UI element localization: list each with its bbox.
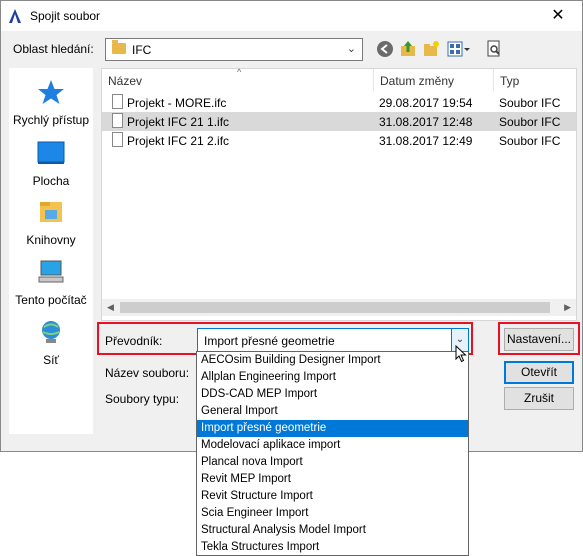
title-bar: Spojit soubor ✕ [1,1,582,31]
places-bar: Rychlý přístup Plocha Knihovny Tento poč… [9,68,93,434]
place-label: Plocha [32,174,70,188]
desktop-icon [37,141,65,164]
column-header-name[interactable]: Název ^ [102,67,374,91]
list-item[interactable]: Plancal nova Import [197,454,468,471]
file-list[interactable]: Název ^ Datum změny Typ Projekt - MORE.i… [101,67,577,321]
place-desktop[interactable]: Plocha [9,139,93,188]
look-in-value: IFC [132,43,152,57]
back-icon[interactable] [376,40,394,58]
look-in-label: Oblast hledání: [13,42,94,56]
place-label: Rychlý přístup [12,113,90,127]
look-in-combo[interactable]: IFC ⌄ [105,38,363,61]
list-item[interactable]: Allplan Engineering Import [197,369,468,386]
table-row[interactable]: Projekt IFC 21 1.ifc 31.08.2017 12:48 So… [102,112,576,131]
file-type: Soubor IFC [499,134,561,148]
computer-icon [38,260,64,283]
new-folder-icon[interactable] [422,40,440,58]
file-name: Projekt IFC 21 2.ifc [127,134,230,148]
scrollbar-thumb[interactable] [120,302,550,313]
scroll-left-icon[interactable]: ◀ [107,302,114,313]
file-type: Soubor IFC [499,115,561,129]
place-label: Síť [43,353,59,367]
window-title: Spojit soubor [30,9,101,23]
app-icon [9,9,21,23]
horizontal-scrollbar[interactable]: ◀ ▶ [102,299,576,316]
place-network[interactable]: Síť [9,318,93,367]
file-date: 31.08.2017 12:49 [379,134,473,148]
table-row[interactable]: Projekt IFC 21 2.ifc 31.08.2017 12:49 So… [102,131,576,150]
file-icon [112,113,123,128]
scroll-right-icon[interactable]: ▶ [564,302,571,313]
column-header-type[interactable]: Typ [494,69,576,91]
list-item[interactable]: Modelovací aplikace import [197,437,468,454]
list-item-highlighted[interactable]: Import přesné geometrie [197,420,468,437]
column-header-date[interactable]: Datum změny [374,69,494,91]
list-item[interactable]: AECOsim Building Designer Import [197,352,468,369]
converter-dropdown-list[interactable]: AECOsim Building Designer Import Allplan… [196,351,469,556]
list-item[interactable]: DDS-CAD MEP Import [197,386,468,403]
column-date-label: Datum změny [380,74,455,88]
preview-icon[interactable] [485,40,503,58]
column-type-label: Typ [500,74,520,88]
table-row[interactable]: Projekt - MORE.ifc 29.08.2017 19:54 Soub… [102,93,576,112]
network-icon [42,321,60,343]
list-item[interactable]: Revit Structure Import [197,488,468,505]
file-type: Soubor IFC [499,96,561,110]
list-item[interactable]: Revit MEP Import [197,471,468,488]
file-name: Projekt IFC 21 1.ifc [127,115,230,129]
file-icon [112,132,123,147]
open-button[interactable]: Otevřít [504,361,574,384]
file-date: 29.08.2017 19:54 [379,96,473,110]
list-item[interactable]: General Import [197,403,468,420]
place-label: Knihovny [26,233,76,247]
close-icon[interactable]: ✕ [548,6,568,26]
file-date: 31.08.2017 12:48 [379,115,473,129]
list-item[interactable]: Scia Engineer Import [197,505,468,522]
mouse-cursor-icon [455,345,467,363]
list-item[interactable]: Structural Analysis Model Import [197,522,468,539]
file-icon [112,94,123,109]
place-libraries[interactable]: Knihovny [9,198,93,247]
place-this-pc[interactable]: Tento počítač [9,258,93,307]
highlight-frame-settings [498,322,580,355]
cancel-button[interactable]: Zrušit [504,387,574,410]
libraries-icon [40,202,62,222]
chevron-down-icon: ⌄ [346,43,356,55]
filetype-label: Soubory typu: [105,392,180,406]
place-label: Tento počítač [15,293,87,307]
place-quick-access[interactable]: Rychlý přístup [9,78,93,127]
sort-up-icon: ^ [237,67,242,77]
view-menu-icon[interactable] [447,40,471,58]
file-name: Projekt - MORE.ifc [127,96,227,110]
filename-label: Název souboru: [105,366,190,380]
list-item[interactable]: Tekla Structures Import [197,539,468,556]
column-name-label: Název [108,74,143,88]
star-icon [38,80,64,104]
folder-icon [112,40,126,54]
up-folder-icon[interactable] [399,40,417,58]
